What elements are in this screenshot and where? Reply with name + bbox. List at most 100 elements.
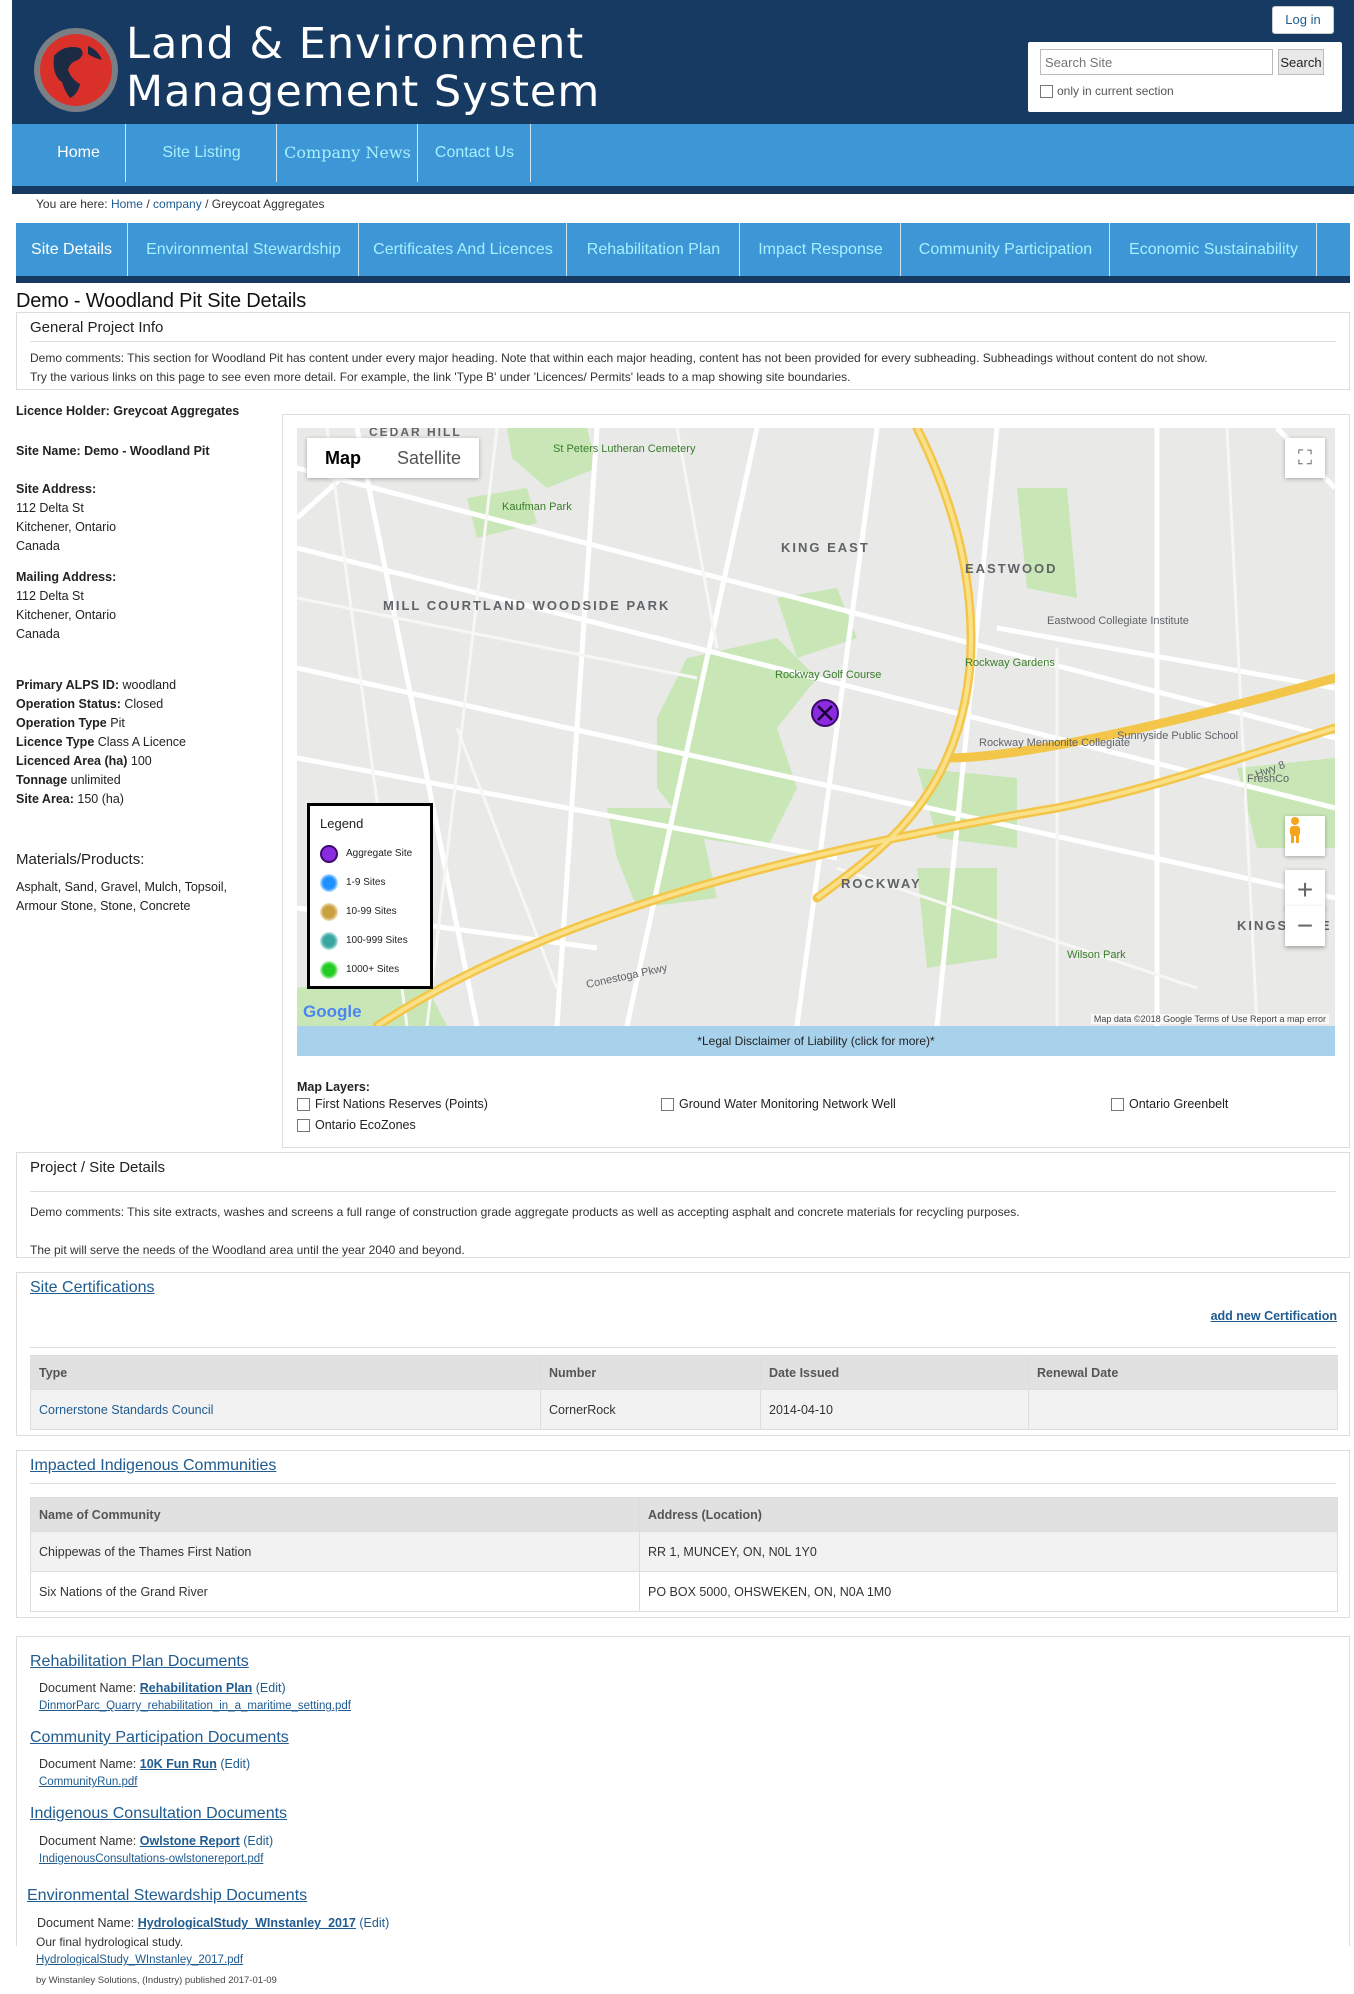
project-site-details-heading: Project / Site Details	[30, 1159, 166, 1176]
street-view-pegman-icon[interactable]	[1285, 816, 1325, 856]
doc-file-link[interactable]: DinmorParc_Quarry_rehabilitation_in_a_ma…	[39, 1700, 351, 1712]
layer-checkbox[interactable]	[297, 1097, 310, 1111]
col-address: Address (Location)	[639, 1497, 1338, 1532]
site-header: Land & Environment Management System Log…	[12, 0, 1354, 124]
rehabilitation-documents-heading[interactable]: Rehabilitation Plan Documents	[30, 1653, 249, 1671]
tab-economic-sustainability[interactable]: Economic Sustainability	[1111, 223, 1317, 276]
table-header-row: Name of Community Address (Location)	[30, 1497, 1338, 1532]
layer-checkbox[interactable]	[661, 1097, 674, 1111]
materials-heading: Materials/Products:	[16, 851, 145, 868]
tab-certificates-licences[interactable]: Certificates And Licences	[360, 223, 567, 276]
map-label-king-east: KING EAST	[781, 540, 870, 555]
community-address: PO BOX 5000, OHSWEKEN, ON, N0A 1M0	[639, 1571, 1338, 1612]
legend-title: Legend	[320, 816, 364, 831]
nav-site-listing[interactable]: Site Listing	[127, 124, 277, 182]
layer-first-nations-reserves[interactable]: First Nations Reserves (Points)	[297, 1097, 488, 1111]
legend-item-1000-plus: 1000+ Sites	[320, 955, 420, 984]
community-name: Chippewas of the Thames First Nation	[30, 1531, 640, 1572]
map-view-button[interactable]: Map	[307, 438, 379, 478]
fullscreen-icon[interactable]: ⛶	[1285, 438, 1325, 478]
tab-environmental-stewardship[interactable]: Environmental Stewardship	[129, 223, 359, 276]
legal-disclaimer-link[interactable]: *Legal Disclaimer of Liability (click fo…	[297, 1026, 1335, 1056]
layer-checkbox[interactable]	[297, 1118, 310, 1132]
zoom-out-icon[interactable]: −	[1285, 906, 1325, 946]
tab-site-details[interactable]: Site Details	[16, 223, 128, 276]
layer-ontario-greenbelt[interactable]: Ontario Greenbelt	[1111, 1097, 1228, 1111]
breadcrumb: You are here: Home / company / Greycoat …	[36, 197, 324, 211]
site-address-label: Site Address:	[16, 482, 97, 496]
map-label-mill-courtland: MILL COURTLAND WOODSIDE PARK	[383, 598, 670, 613]
satellite-view-button[interactable]: Satellite	[379, 438, 479, 478]
cluster-large-icon	[320, 931, 338, 950]
legend-item-aggregate-site: Aggregate Site	[320, 839, 420, 868]
indigenous-consultation-documents-heading[interactable]: Indigenous Consultation Documents	[30, 1805, 287, 1823]
communities-table: Name of Community Address (Location) Chi…	[30, 1497, 1338, 1612]
site-address-line: 112 Delta St	[16, 501, 84, 515]
certification-type-link[interactable]: Cornerstone Standards Council	[30, 1389, 541, 1430]
certification-number: CornerRock	[540, 1389, 761, 1430]
community-address: RR 1, MUNCEY, ON, N0L 1Y0	[639, 1531, 1338, 1572]
nav-home[interactable]: Home	[32, 124, 126, 182]
login-button[interactable]: Log in	[1272, 6, 1334, 34]
doc-edit-link[interactable]: (Edit)	[243, 1834, 273, 1848]
materials-line: Armour Stone, Stone, Concrete	[16, 899, 191, 913]
map-attribution[interactable]: Map data ©2018 Google Terms of Use Repor…	[1090, 1014, 1329, 1024]
tab-impact-response[interactable]: Impact Response	[741, 223, 901, 276]
doc-name-line: Document Name: Owlstone Report (Edit)	[39, 1834, 274, 1848]
map-tiles: CEDAR HILL Kaufman Park St Peters Luther…	[297, 428, 1335, 1026]
materials-line: Asphalt, Sand, Gravel, Mulch, Topsoil,	[16, 880, 227, 894]
map-panel: CEDAR HILL Kaufman Park St Peters Luther…	[282, 414, 1350, 1148]
project-details-line1: Demo comments: This site extracts, washe…	[30, 1205, 1020, 1219]
layer-ontario-ecozones[interactable]: Ontario EcoZones	[297, 1118, 416, 1132]
doc-edit-link[interactable]: (Edit)	[359, 1916, 389, 1930]
doc-edit-link[interactable]: (Edit)	[220, 1757, 250, 1771]
impacted-communities-heading[interactable]: Impacted Indigenous Communities	[30, 1457, 276, 1475]
site-address-line: Kitchener, Ontario	[16, 520, 117, 534]
certification-renewal-date	[1028, 1389, 1338, 1430]
only-current-section-option[interactable]: only in current section	[1040, 84, 1174, 98]
mailing-address-label: Mailing Address:	[16, 570, 117, 584]
add-new-certification-link[interactable]: add new Certification	[1211, 1309, 1337, 1323]
tab-community-participation[interactable]: Community Participation	[902, 223, 1110, 276]
doc-file-link[interactable]: HydrologicalStudy_WInstanley_2017.pdf	[36, 1954, 243, 1966]
divider	[30, 1483, 1336, 1484]
map-label-kaufman-park: Kaufman Park	[502, 501, 572, 513]
project-site-details-section: Project / Site Details Demo comments: Th…	[16, 1152, 1350, 1258]
only-current-section-checkbox[interactable]	[1040, 84, 1053, 98]
site-title[interactable]: Land & Environment Management System	[126, 20, 600, 116]
site-certifications-heading[interactable]: Site Certifications	[30, 1279, 155, 1297]
nav-contact-us[interactable]: Contact Us	[419, 124, 531, 182]
breadcrumb-company-link[interactable]: company	[153, 197, 202, 211]
detail-operation-type: Operation Type Pit	[16, 716, 125, 730]
breadcrumb-home-link[interactable]: Home	[111, 197, 143, 211]
general-info-line2: Try the various links on this page to se…	[30, 370, 851, 384]
doc-file-link[interactable]: IndigenousConsultations-owlstonereport.p…	[39, 1853, 263, 1865]
community-participation-documents-heading[interactable]: Community Participation Documents	[30, 1729, 289, 1747]
map-label-eastwood: EASTWOOD	[965, 561, 1058, 576]
doc-edit-link[interactable]: (Edit)	[256, 1681, 286, 1695]
doc-title-link[interactable]: Owlstone Report	[140, 1834, 240, 1848]
table-header-row: Type Number Date Issued Renewal Date	[30, 1355, 1338, 1390]
table-row: Cornerstone Standards Council CornerRock…	[30, 1389, 1338, 1430]
map-type-control: Map Satellite	[307, 438, 480, 478]
search-input[interactable]	[1040, 49, 1273, 75]
doc-name-line: Document Name: 10K Fun Run (Edit)	[39, 1757, 251, 1771]
page-title: Demo - Woodland Pit Site Details	[16, 290, 307, 312]
nav-company-news[interactable]: Company News	[278, 124, 418, 182]
cluster-xlarge-icon	[320, 960, 338, 979]
environmental-stewardship-documents-heading[interactable]: Environmental Stewardship Documents	[27, 1887, 307, 1905]
search-button[interactable]: Search	[1278, 49, 1324, 75]
globe-logo-icon[interactable]	[32, 26, 120, 114]
layer-checkbox[interactable]	[1111, 1097, 1124, 1111]
zoom-in-icon[interactable]: +	[1285, 870, 1325, 910]
doc-file-link[interactable]: CommunityRun.pdf	[39, 1776, 137, 1788]
doc-title-link[interactable]: Rehabilitation Plan	[140, 1681, 253, 1695]
layer-ground-water-wells[interactable]: Ground Water Monitoring Network Well	[661, 1097, 896, 1111]
site-map[interactable]: CEDAR HILL Kaufman Park St Peters Luther…	[297, 428, 1335, 1026]
tab-rehabilitation-plan[interactable]: Rehabilitation Plan	[568, 223, 740, 276]
doc-title-link[interactable]: 10K Fun Run	[140, 1757, 217, 1771]
map-legend: Legend Aggregate Site 1-9 Sites 10-99 Si…	[307, 803, 433, 989]
doc-title-link[interactable]: HydrologicalStudy_WInstanley_2017	[138, 1916, 356, 1930]
breadcrumb-separator: /	[205, 197, 209, 211]
divider	[30, 1191, 1336, 1192]
